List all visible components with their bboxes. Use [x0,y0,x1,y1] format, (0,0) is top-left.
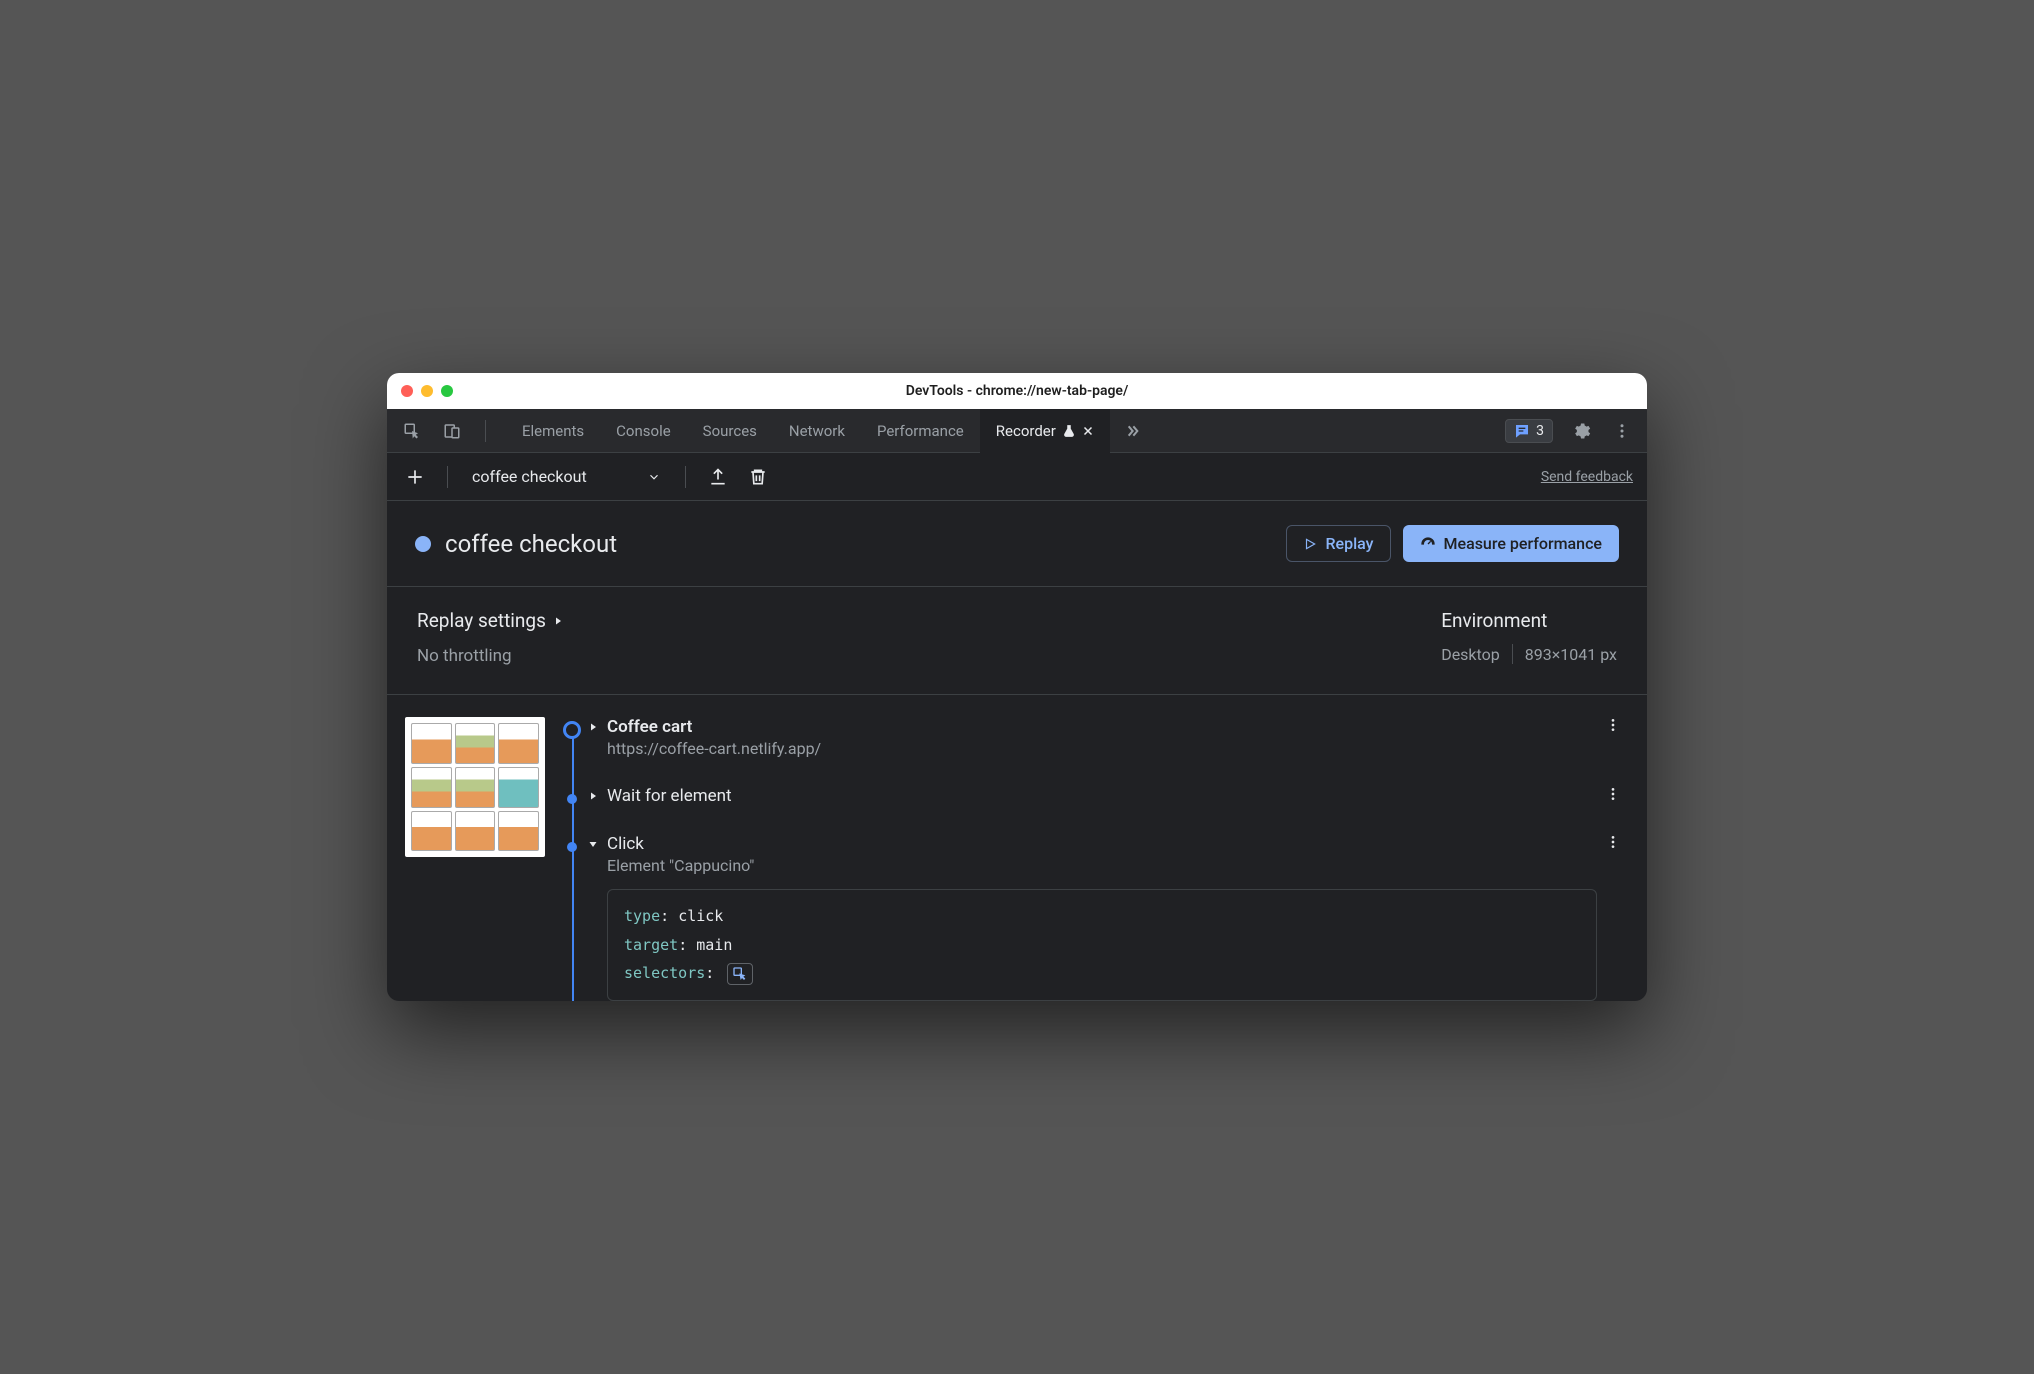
gauge-icon [1420,536,1436,552]
play-icon [1303,537,1317,551]
step-marker-start [563,721,581,739]
chevron-right-icon[interactable] [587,721,599,733]
issues-badge[interactable]: 3 [1505,419,1553,443]
tab-network[interactable]: Network [773,409,861,453]
step-click: Click Element "Cappucino" type: click ta… [587,834,1629,1001]
divider [447,466,448,488]
steps-area: Coffee cart https://coffee-cart.netlify.… [387,695,1647,1001]
device-toggle-icon[interactable] [439,418,465,444]
close-tab-icon[interactable] [1082,425,1094,437]
issues-count: 3 [1536,423,1544,439]
window-title: DevTools - chrome://new-tab-page/ [906,383,1129,399]
replay-label: Replay [1325,534,1373,553]
close-window-button[interactable] [401,385,413,397]
step-menu-button[interactable] [1605,786,1629,802]
step-subtitle: Element "Cappucino" [607,856,1597,875]
chevron-right-icon [552,615,564,627]
recording-indicator [415,536,431,552]
titlebar: DevTools - chrome://new-tab-page/ [387,373,1647,409]
kebab-menu-icon[interactable] [1609,418,1635,444]
minimize-window-button[interactable] [421,385,433,397]
recording-dropdown-label: coffee checkout [472,467,587,486]
tab-recorder[interactable]: Recorder [980,409,1110,453]
environment-heading: Environment [1441,609,1617,632]
step-url: https://coffee-cart.netlify.app/ [607,739,1597,758]
divider [485,420,486,442]
step-menu-button[interactable] [1605,717,1629,733]
environment-dimensions: 893×1041 px [1525,645,1617,664]
add-recording-icon[interactable] [401,463,429,491]
inspect-icon[interactable] [399,418,425,444]
chevron-right-icon[interactable] [587,790,599,802]
step-title: Wait for element [607,786,1597,806]
chevron-down-icon [647,470,661,484]
divider [685,466,686,488]
settings-row: Replay settings No throttling Environmen… [387,587,1647,695]
code-value: click [678,907,723,925]
more-tabs-icon[interactable] [1120,419,1144,443]
chevron-down-icon[interactable] [587,838,599,850]
recording-dropdown[interactable]: coffee checkout [466,467,667,486]
select-element-icon[interactable] [727,963,753,985]
chat-icon [1514,423,1530,439]
zoom-window-button[interactable] [441,385,453,397]
send-feedback-link[interactable]: Send feedback [1541,469,1633,485]
step-menu-button[interactable] [1605,834,1629,850]
divider [1512,644,1513,664]
step-marker [567,794,577,804]
tab-console[interactable]: Console [600,409,687,453]
throttling-status: No throttling [417,646,564,666]
timeline-line [572,735,574,1001]
recording-header: coffee checkout Replay Measure performan… [387,501,1647,587]
tab-performance[interactable]: Performance [861,409,980,453]
code-key: type [624,907,660,925]
traffic-lights [401,385,453,397]
replay-button[interactable]: Replay [1286,525,1390,562]
replay-settings-toggle[interactable]: Replay settings [417,609,564,632]
devtools-window: DevTools - chrome://new-tab-page/ Elemen… [387,373,1647,1001]
devtools-tabbar: Elements Console Sources Network Perform… [387,409,1647,453]
step-initial: Coffee cart https://coffee-cart.netlify.… [587,717,1629,758]
start-thumbnail [405,717,545,857]
environment-device: Desktop [1441,645,1500,664]
replay-settings-label: Replay settings [417,609,546,632]
timeline: Coffee cart https://coffee-cart.netlify.… [563,717,1629,1001]
recorder-toolbar: coffee checkout Send feedback [387,453,1647,501]
step-title: Click [607,834,1597,854]
delete-icon[interactable] [744,463,772,491]
code-key: target [624,936,678,954]
tab-recorder-label: Recorder [996,422,1056,440]
step-wait: Wait for element [587,786,1629,806]
measure-performance-button[interactable]: Measure performance [1403,525,1620,562]
step-marker [567,842,577,852]
code-key: selectors [624,964,705,982]
flask-icon [1062,424,1076,438]
step-title: Coffee cart [607,717,1597,737]
step-details: type: click target: main selectors: [607,889,1597,1001]
tab-elements[interactable]: Elements [506,409,600,453]
code-value: main [696,936,732,954]
export-icon[interactable] [704,463,732,491]
recording-title: coffee checkout [445,530,617,558]
tab-sources[interactable]: Sources [687,409,773,453]
settings-icon[interactable] [1567,417,1595,445]
measure-label: Measure performance [1444,534,1603,553]
